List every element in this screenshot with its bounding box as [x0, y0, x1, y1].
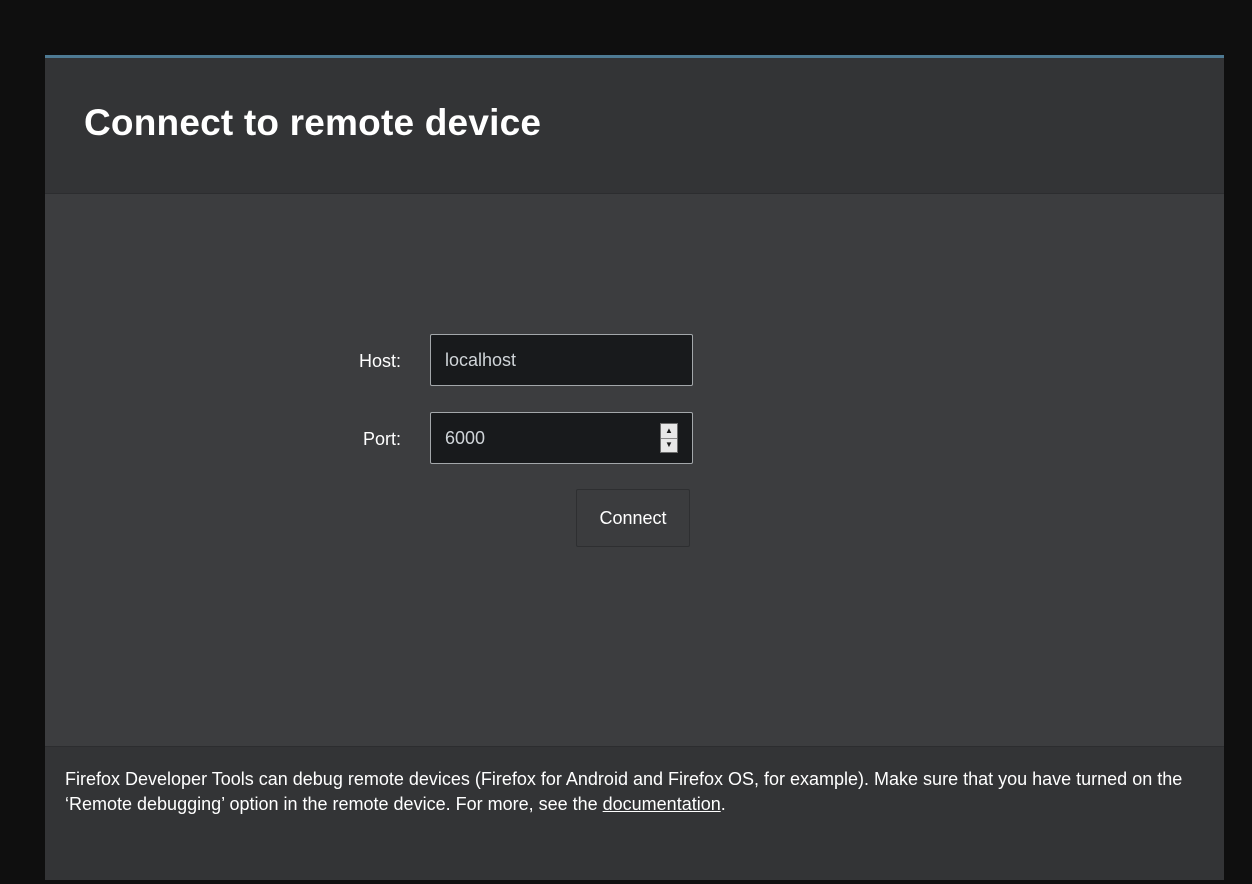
- footer-help-text: Firefox Developer Tools can debug remote…: [65, 767, 1210, 817]
- footer-text-end: .: [720, 794, 726, 814]
- host-label: Host:: [358, 351, 401, 371]
- arrow-up-icon[interactable]: ▲: [661, 424, 677, 439]
- port-input[interactable]: 6000 ▲ ▼: [430, 412, 693, 464]
- documentation-link[interactable]: documentation: [603, 794, 721, 814]
- dialog-header: Connect to remote device: [45, 58, 1224, 194]
- arrow-down-icon[interactable]: ▼: [661, 438, 677, 452]
- port-spinner[interactable]: ▲ ▼: [660, 423, 678, 453]
- connect-dialog: Connect to remote device Host: Port: 600…: [45, 55, 1224, 880]
- port-value: 6000: [445, 428, 486, 448]
- host-input[interactable]: [430, 334, 693, 386]
- port-label: Port:: [362, 429, 401, 449]
- connect-button[interactable]: Connect: [576, 489, 690, 547]
- page-title: Connect to remote device: [84, 102, 542, 143]
- dialog-footer: Firefox Developer Tools can debug remote…: [45, 746, 1224, 880]
